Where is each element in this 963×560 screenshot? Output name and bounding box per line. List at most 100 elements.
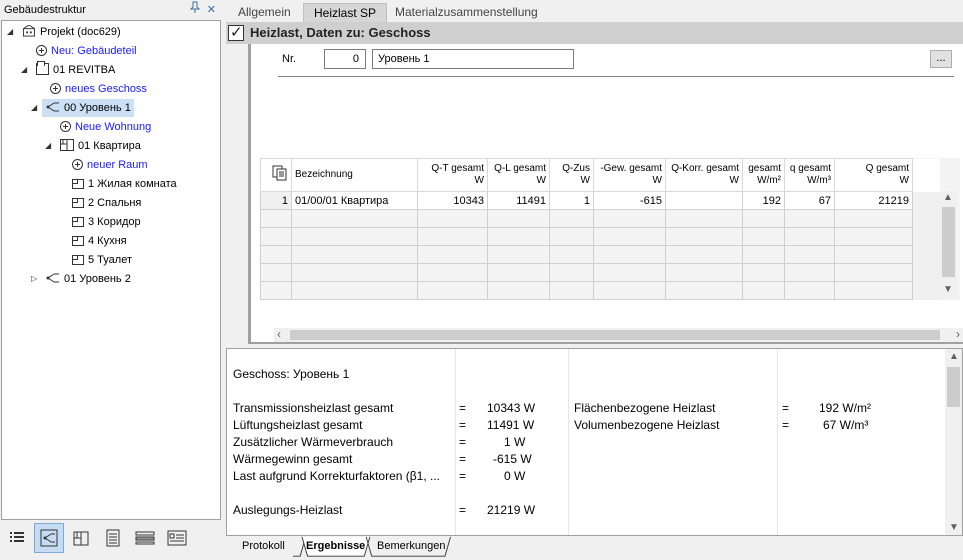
- header-filler: [912, 158, 941, 192]
- column-header[interactable]: Q gesamt W: [834, 158, 913, 192]
- project-icon: [23, 25, 35, 37]
- level-icon: [46, 102, 59, 112]
- column-header[interactable]: Q-T gesamt W: [417, 158, 488, 192]
- collapse-icon[interactable]: ◢: [21, 61, 31, 79]
- pin-icon[interactable]: [189, 0, 201, 20]
- tab-protokoll[interactable]: Protokoll: [234, 536, 293, 557]
- column-unit: W: [474, 175, 484, 186]
- tab-heizlast-sp[interactable]: Heizlast SP: [303, 3, 388, 22]
- building-icon: [36, 61, 49, 75]
- floor-line: Geschoss: Уровень 1: [233, 367, 350, 381]
- tree-node-room-3[interactable]: 3 Коридор: [72, 213, 141, 231]
- column-label: gesamt: [748, 163, 781, 174]
- column-unit: W/m³: [807, 175, 831, 186]
- tree-node-new-room[interactable]: neuer Raum: [72, 156, 148, 174]
- tree-node-project[interactable]: ◢ Projekt (doc629): [7, 23, 121, 41]
- tab-ergebnisse[interactable]: Ergebnisse: [298, 536, 373, 557]
- collapse-icon[interactable]: ◢: [7, 23, 17, 41]
- name-field[interactable]: Уровень 1: [372, 49, 574, 69]
- collapse-icon[interactable]: ◢: [31, 99, 41, 117]
- nr-field[interactable]: 0: [324, 49, 366, 69]
- column-header[interactable]: q gesamt W/m³: [784, 158, 835, 192]
- column-unit: W: [899, 175, 909, 186]
- copy-cell[interactable]: [260, 158, 292, 192]
- column-unit: W: [536, 175, 546, 186]
- tree-node-room-2[interactable]: 2 Спальня: [72, 194, 141, 212]
- grid-vertical-scrollbar[interactable]: ▲ ▼: [940, 191, 957, 299]
- tree-node-revitba[interactable]: ◢ 01 REVITBA: [21, 61, 115, 79]
- table-row[interactable]: 1 01/00/01 Квартира 10343 11491 1 -615 1…: [260, 191, 941, 210]
- floor-plan-button[interactable]: [66, 523, 96, 553]
- layers-button[interactable]: [130, 523, 160, 553]
- cell-qgesamt[interactable]: 21219: [834, 191, 913, 210]
- column-header[interactable]: Q-Zus W: [549, 158, 594, 192]
- content-edge: [248, 44, 251, 344]
- result-label: Volumenbezogene Heizlast: [574, 418, 720, 432]
- separator: [278, 76, 954, 77]
- tree-node-new-floor[interactable]: neues Geschoss: [50, 80, 147, 98]
- expand-icon[interactable]: ▷: [31, 270, 41, 288]
- tree-node-new-building-part[interactable]: Neu: Gebäudeteil: [36, 42, 137, 60]
- column-header[interactable]: gesamt W/m²: [742, 158, 785, 192]
- copy-icon: [272, 165, 287, 181]
- tree-label: 2 Спальня: [88, 197, 142, 209]
- column-header[interactable]: -Gew. gesamt W: [593, 158, 666, 192]
- scroll-thumb[interactable]: [942, 207, 955, 277]
- list-view-icon: [10, 532, 24, 542]
- column-header[interactable]: Bezeichnung: [291, 158, 418, 192]
- scroll-right-icon[interactable]: ›: [956, 327, 960, 341]
- column-label: q gesamt: [789, 163, 831, 174]
- tree-node-room-1[interactable]: 1 Жилая комната: [72, 175, 177, 193]
- scroll-thumb[interactable]: [947, 367, 960, 407]
- document-button[interactable]: [98, 523, 128, 553]
- design-label: Auslegungs-Heizlast: [233, 503, 343, 517]
- cell-wm2[interactable]: 192: [742, 191, 785, 210]
- scroll-up-icon[interactable]: ▲: [943, 192, 953, 203]
- scroll-down-icon[interactable]: ▼: [949, 522, 959, 533]
- properties-button[interactable]: [162, 523, 192, 553]
- scroll-up-icon[interactable]: ▲: [949, 351, 959, 362]
- floor-plan-icon: [73, 531, 89, 546]
- collapse-icon[interactable]: ◢: [45, 137, 55, 155]
- column-header[interactable]: Q-Korr. gesamt W: [665, 158, 743, 192]
- tree-label: 01 Квартира: [78, 140, 141, 152]
- browse-button[interactable]: ...: [930, 50, 952, 68]
- result-value: 192 W/m²: [819, 401, 872, 415]
- tree-node-apartment[interactable]: ◢ 01 Квартира: [45, 137, 141, 155]
- tree-label: Neue Wohnung: [75, 121, 152, 133]
- content-bottom-edge: [248, 342, 963, 344]
- column-header[interactable]: Q-L gesamt W: [487, 158, 550, 192]
- tree-node-new-apartment[interactable]: Neue Wohnung: [60, 118, 151, 136]
- tree-node-room-5[interactable]: 5 Туалет: [72, 251, 132, 269]
- close-icon[interactable]: ✕: [207, 0, 216, 20]
- structure-view-button[interactable]: [34, 523, 64, 553]
- column-unit: W: [580, 175, 590, 186]
- tree-node-room-4[interactable]: 4 Кухня: [72, 232, 127, 250]
- cell-ql[interactable]: 11491: [487, 191, 550, 210]
- scroll-left-icon[interactable]: ‹: [277, 327, 281, 341]
- tab-bemerkungen[interactable]: Bemerkungen: [369, 536, 454, 557]
- cell-qkorr[interactable]: [665, 191, 743, 210]
- cell-gew[interactable]: -615: [593, 191, 666, 210]
- add-icon: [50, 83, 61, 94]
- cell-bezeichnung[interactable]: 01/00/01 Квартира: [291, 191, 418, 210]
- cell-qzus[interactable]: 1: [549, 191, 594, 210]
- cell-wm3[interactable]: 67: [784, 191, 835, 210]
- design-value: 21219 W: [487, 503, 536, 517]
- scroll-down-icon[interactable]: ▼: [943, 284, 953, 295]
- section-checkbox[interactable]: ✓: [228, 24, 244, 41]
- list-view-button[interactable]: [2, 523, 32, 553]
- tree-node-level-01[interactable]: ▷ 01 Уровень 2: [31, 270, 131, 288]
- tab-materialzusammenstellung[interactable]: Materialzusammenstellung: [385, 3, 548, 22]
- results-scrollbar[interactable]: ▲ ▼: [945, 349, 962, 535]
- scroll-thumb[interactable]: [290, 330, 940, 340]
- cell-qt[interactable]: 10343: [417, 191, 488, 210]
- panel-title: Gebäudestruktur: [4, 4, 86, 16]
- checkmark-icon: ✓: [230, 24, 243, 41]
- column-label: Q-L gesamt: [494, 163, 546, 174]
- tab-allgemein[interactable]: Allgemein: [228, 3, 301, 22]
- tree-node-level-00[interactable]: ◢ 00 Уровень 1: [31, 99, 134, 117]
- result-eq: =: [459, 418, 467, 432]
- row-number: 1: [260, 191, 292, 210]
- grid-horizontal-scrollbar[interactable]: ‹ ›: [274, 327, 963, 342]
